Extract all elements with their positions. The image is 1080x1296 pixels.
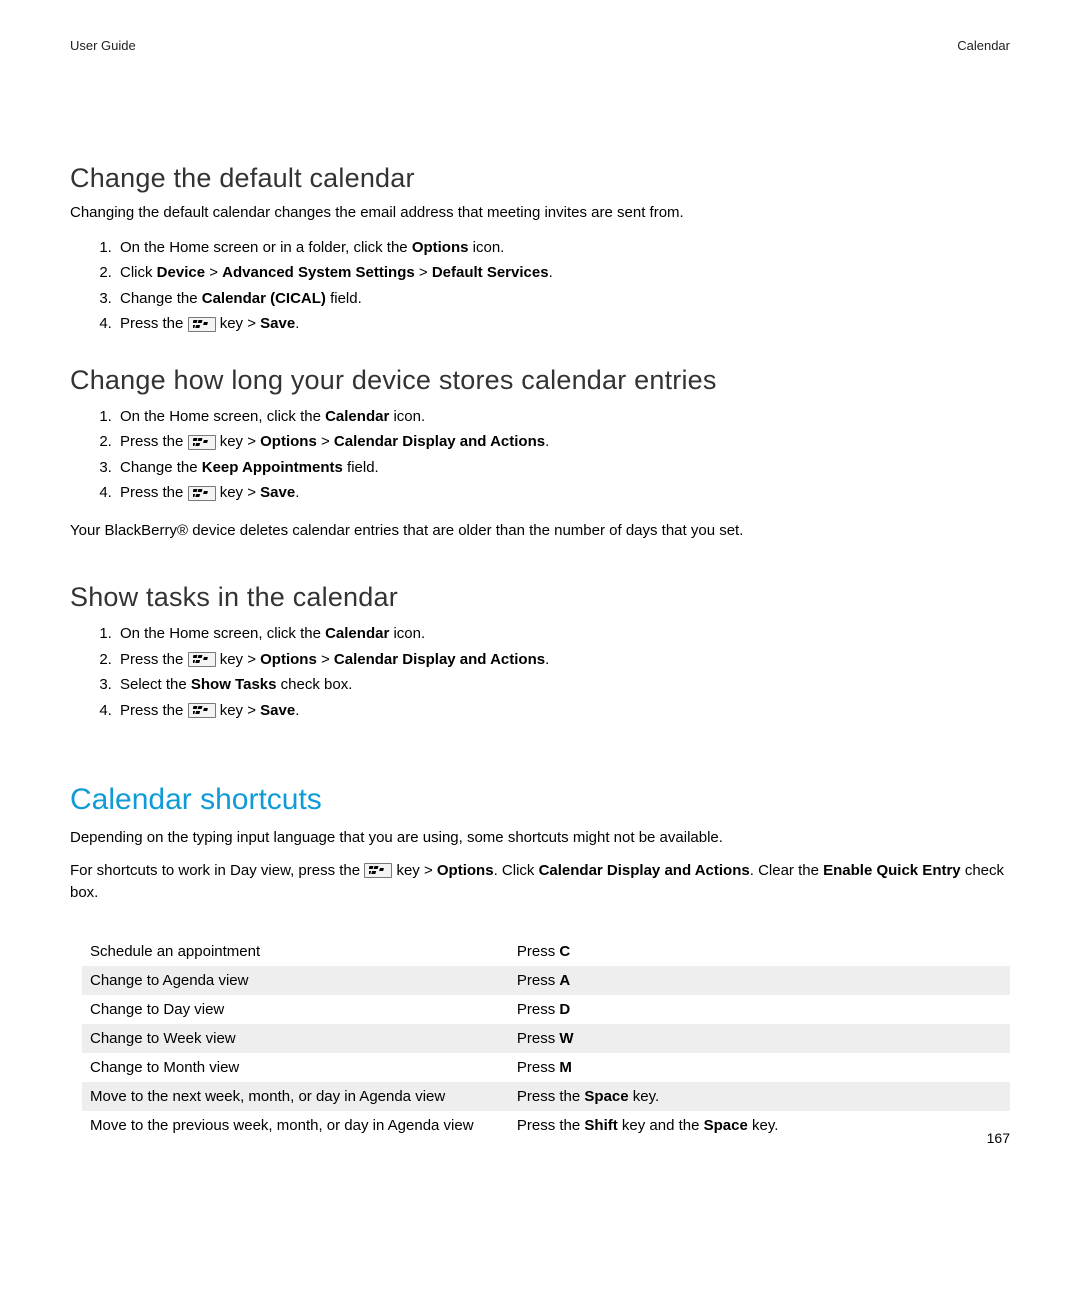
step: On the Home screen, click the Calendar i…	[116, 404, 1010, 430]
step: Press the key > Options > Calendar Displ…	[116, 647, 1010, 673]
table-row: Change to Day viewPress D	[82, 995, 1010, 1024]
step: Click Device > Advanced System Settings …	[116, 260, 1010, 286]
step: On the Home screen or in a folder, click…	[116, 235, 1010, 261]
step: Select the Show Tasks check box.	[116, 672, 1010, 698]
shortcut-action: Change to Week view	[82, 1024, 509, 1053]
blackberry-menu-key-icon	[188, 652, 216, 667]
heading-calendar-shortcuts: Calendar shortcuts	[70, 783, 1010, 817]
shortcut-key: Press A	[509, 966, 1010, 995]
shortcut-action: Change to Agenda view	[82, 966, 509, 995]
table-row: Change to Month viewPress M	[82, 1053, 1010, 1082]
blackberry-menu-key-icon	[188, 703, 216, 718]
steps-list-2: On the Home screen, click the Calendar i…	[70, 404, 1010, 506]
table-row: Schedule an appointmentPress C	[82, 937, 1010, 966]
shortcut-key: Press M	[509, 1053, 1010, 1082]
shortcut-key: Press the Shift key and the Space key.	[509, 1111, 1010, 1140]
steps-list-1: On the Home screen or in a folder, click…	[70, 235, 1010, 337]
header-right: Calendar	[957, 38, 1010, 53]
step: On the Home screen, click the Calendar i…	[116, 621, 1010, 647]
page-header: User Guide Calendar	[70, 38, 1010, 53]
shortcut-key: Press D	[509, 995, 1010, 1024]
shortcut-action: Move to the previous week, month, or day…	[82, 1111, 509, 1140]
table-row: Move to the previous week, month, or day…	[82, 1111, 1010, 1140]
step: Press the key > Save.	[116, 480, 1010, 506]
shortcut-action: Move to the next week, month, or day in …	[82, 1082, 509, 1111]
shortcut-action: Schedule an appointment	[82, 937, 509, 966]
shortcut-action: Change to Day view	[82, 995, 509, 1024]
shortcut-key: Press W	[509, 1024, 1010, 1053]
shortcuts-intro-1: Depending on the typing input language t…	[70, 827, 1010, 850]
shortcuts-table: Schedule an appointmentPress CChange to …	[82, 937, 1010, 1140]
blackberry-menu-key-icon	[188, 435, 216, 450]
intro-text: Changing the default calendar changes th…	[70, 202, 1010, 225]
table-row: Change to Week viewPress W	[82, 1024, 1010, 1053]
table-row: Change to Agenda viewPress A	[82, 966, 1010, 995]
heading-change-default-calendar: Change the default calendar	[70, 163, 1010, 194]
blackberry-menu-key-icon	[364, 863, 392, 878]
heading-show-tasks: Show tasks in the calendar	[70, 582, 1010, 613]
blackberry-menu-key-icon	[188, 486, 216, 501]
heading-store-duration: Change how long your device stores calen…	[70, 365, 1010, 396]
page-number: 167	[987, 1130, 1010, 1146]
step: Press the key > Save.	[116, 311, 1010, 337]
shortcut-key: Press the Space key.	[509, 1082, 1010, 1111]
step: Press the key > Options > Calendar Displ…	[116, 429, 1010, 455]
step: Change the Keep Appointments field.	[116, 455, 1010, 481]
table-row: Move to the next week, month, or day in …	[82, 1082, 1010, 1111]
header-left: User Guide	[70, 38, 136, 53]
note-text: Your BlackBerry® device deletes calendar…	[70, 520, 1010, 543]
blackberry-menu-key-icon	[188, 317, 216, 332]
shortcut-action: Change to Month view	[82, 1053, 509, 1082]
shortcut-key: Press C	[509, 937, 1010, 966]
step: Change the Calendar (CICAL) field.	[116, 286, 1010, 312]
steps-list-3: On the Home screen, click the Calendar i…	[70, 621, 1010, 723]
step: Press the key > Save.	[116, 698, 1010, 724]
shortcuts-intro-2: For shortcuts to work in Day view, press…	[70, 860, 1010, 905]
